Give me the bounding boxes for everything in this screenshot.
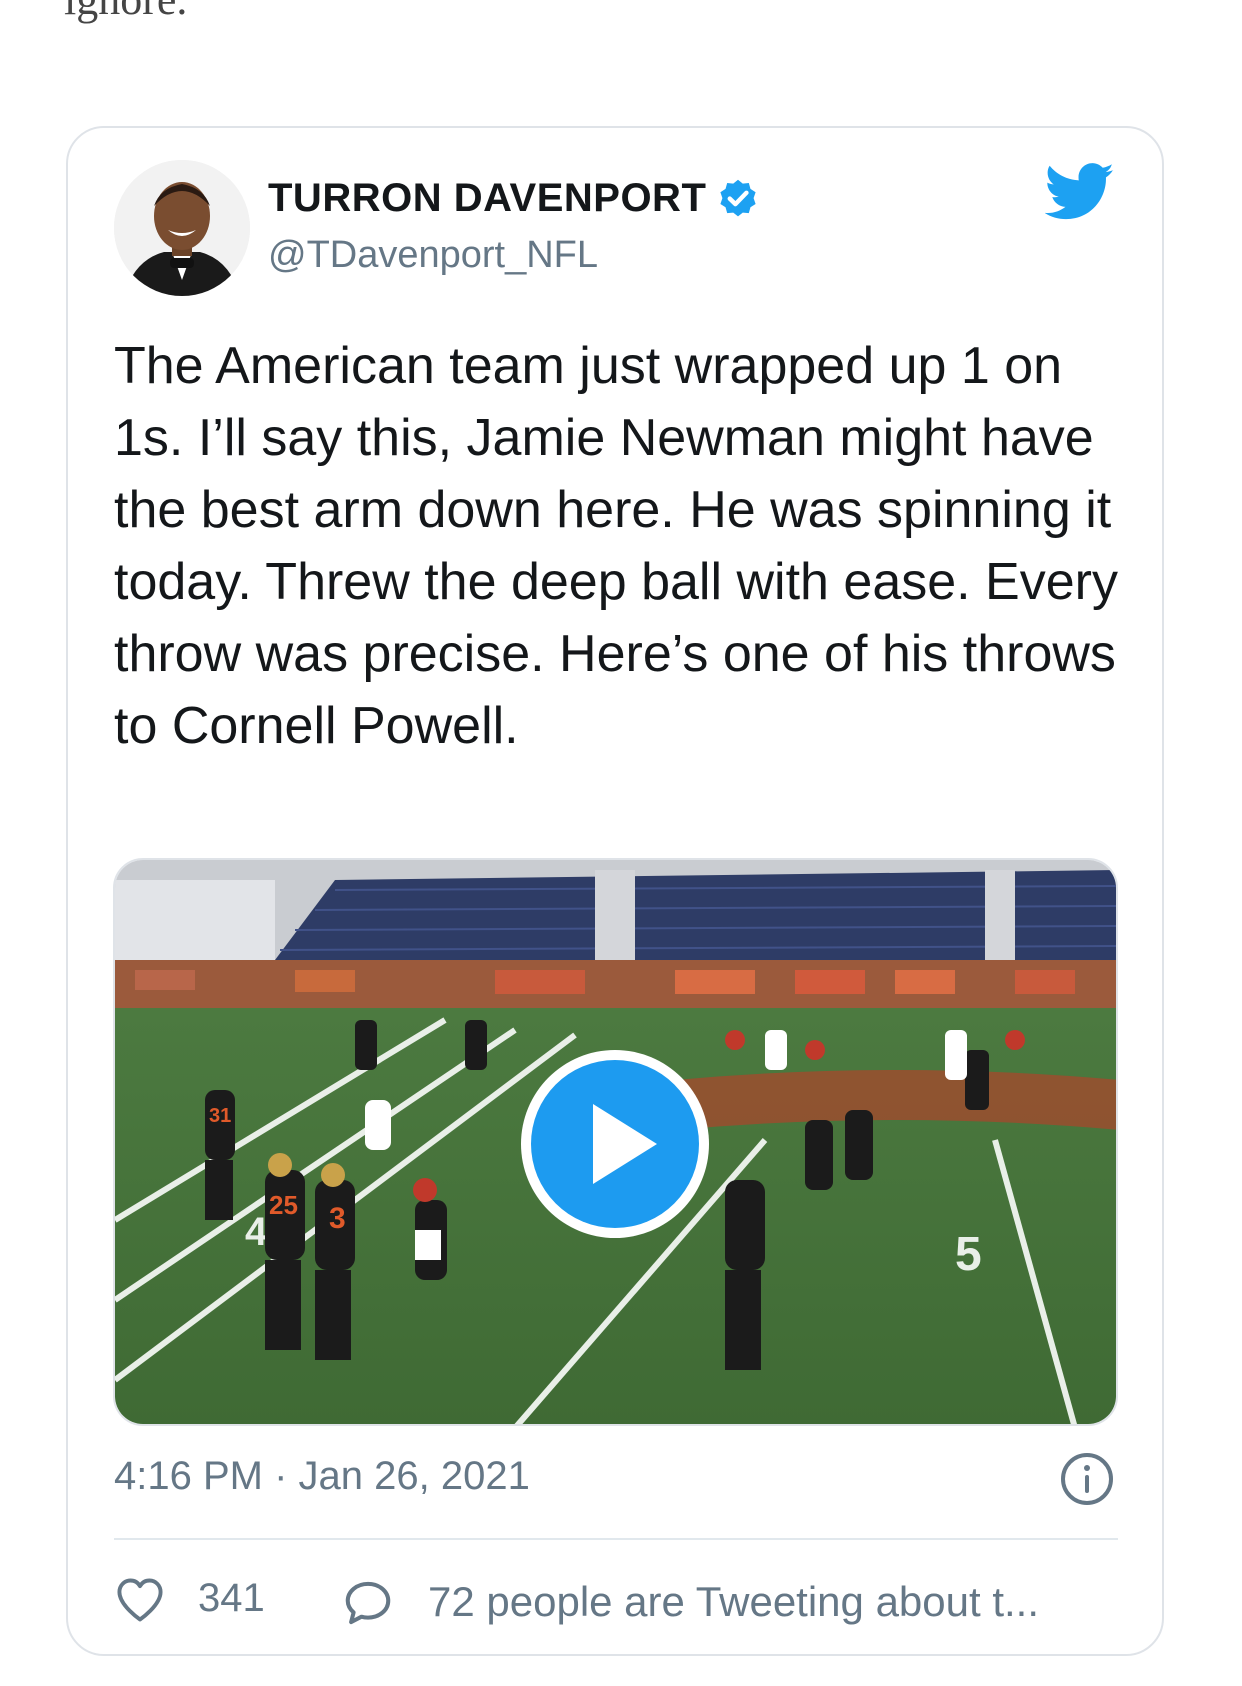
jersey-number-31: 31 <box>209 1105 231 1127</box>
jersey-number-3: 3 <box>329 1202 346 1235</box>
author-name-text: TURRON DAVENPORT <box>268 176 707 220</box>
twitter-bird-icon[interactable] <box>1045 162 1115 222</box>
like-count[interactable]: 341 <box>198 1576 265 1621</box>
svg-text:4: 4 <box>245 1210 268 1254</box>
svg-text:5: 5 <box>955 1228 982 1281</box>
jersey-number-25: 25 <box>269 1190 298 1220</box>
speech-bubble-icon[interactable] <box>340 1576 396 1630</box>
tweet-text: The American team just wrapped up 1 on 1… <box>114 337 1118 755</box>
author-avatar[interactable] <box>114 160 250 296</box>
verified-badge-icon <box>720 179 756 216</box>
previous-article-text: ignore. <box>64 0 187 30</box>
author-name[interactable]: TURRON DAVENPORT <box>268 176 760 221</box>
heart-icon[interactable] <box>114 1574 166 1626</box>
page: ignore. TURRON DAVENPORT @TDavenport_NFL… <box>0 0 1242 1686</box>
play-icon[interactable] <box>515 1044 715 1244</box>
info-icon[interactable] <box>1060 1452 1114 1506</box>
author-handle[interactable]: @TDavenport_NFL <box>268 234 598 277</box>
action-divider <box>114 1538 1118 1540</box>
tweet-timestamp[interactable]: 4:16 PM · Jan 26, 2021 <box>114 1454 530 1499</box>
tweeting-about-link[interactable]: 72 people are Tweeting about t... <box>428 1578 1039 1626</box>
